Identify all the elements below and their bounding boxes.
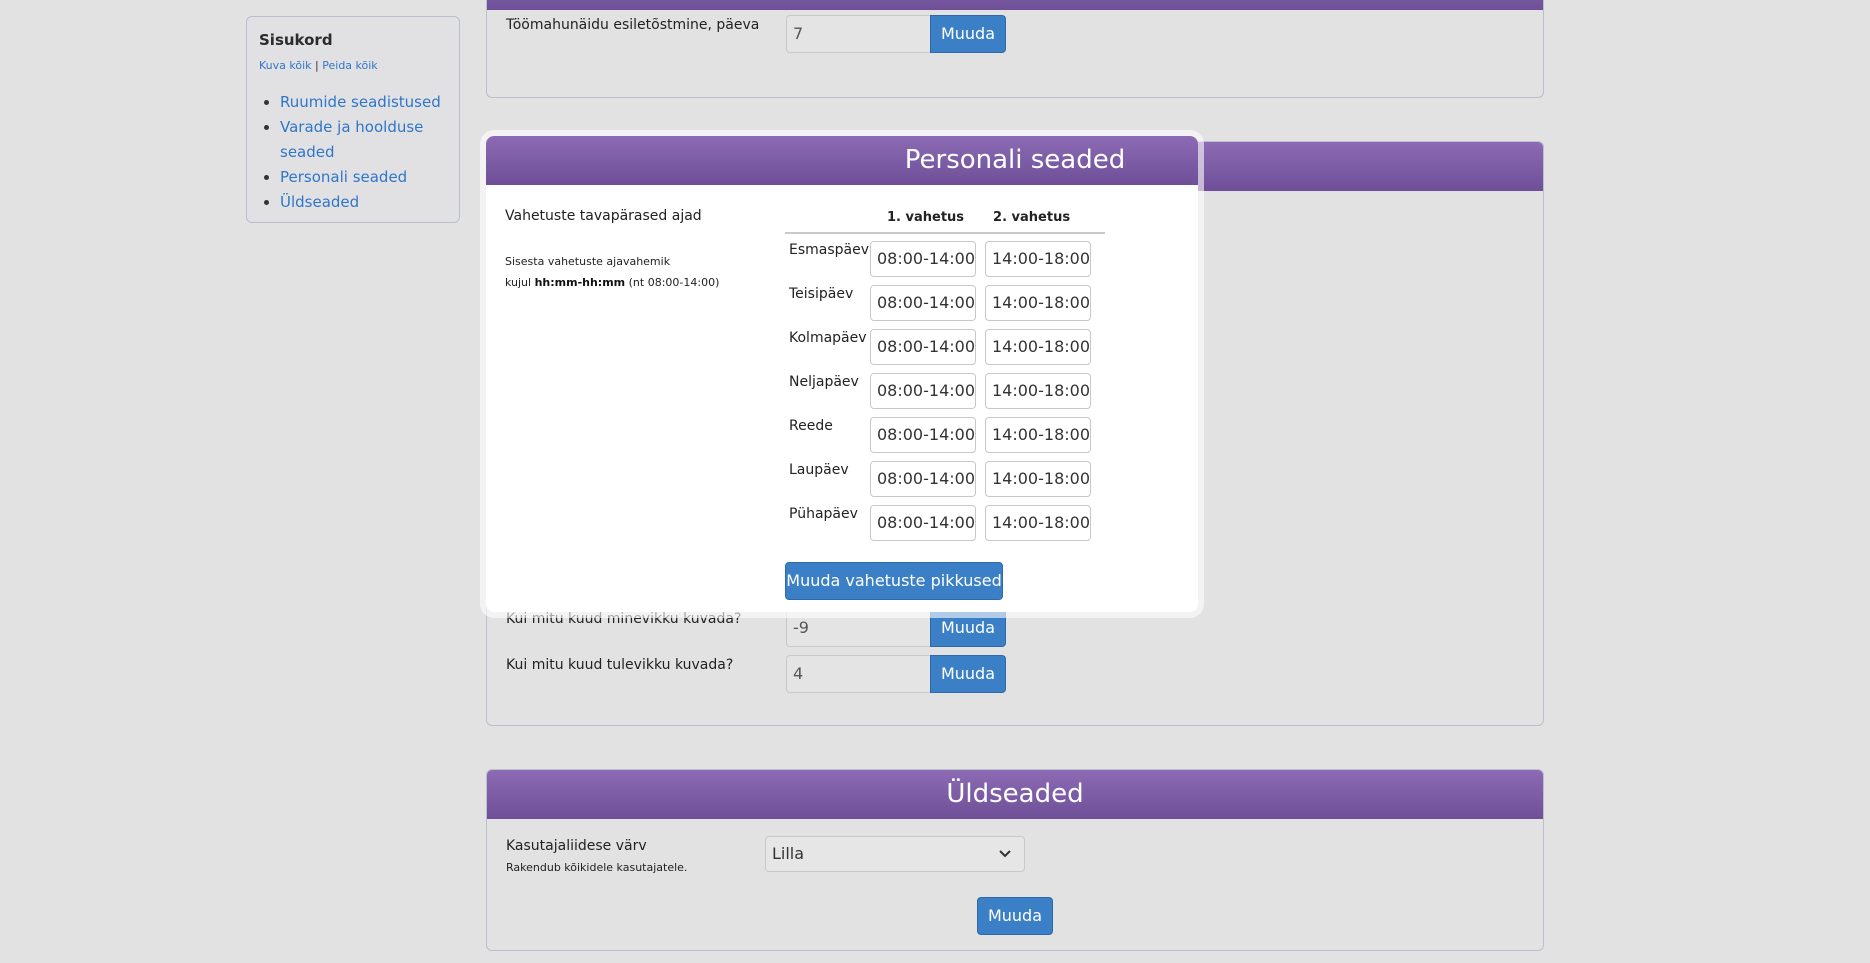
ui-color-value: Lilla xyxy=(772,844,805,863)
table-row: Reede 08:00-14:00 14:00-18:00 xyxy=(785,410,1105,454)
future-months-label: Kui mitu kuud tulevikku kuvada? xyxy=(506,657,734,673)
panel-header-strip xyxy=(487,0,1543,10)
table-of-contents: Sisukord Kuva kõik | Peida kõik Ruumide … xyxy=(246,16,460,223)
toc-link-rooms[interactable]: Ruumide seadistused xyxy=(280,93,441,111)
shift-1-input[interactable]: 08:00-14:00 xyxy=(870,285,976,321)
table-row: Pühapäev 08:00-14:00 14:00-18:00 xyxy=(785,498,1105,542)
hint-example: (nt 08:00-14:00) xyxy=(628,276,720,289)
day-name: Laupäev xyxy=(789,462,849,478)
general-panel-title: Üldseaded xyxy=(946,779,1084,809)
table-row: Neljapäev 08:00-14:00 14:00-18:00 xyxy=(785,366,1105,410)
ui-color-label: Kasutajaliidese värv xyxy=(506,838,647,854)
shift-table-header: 1. vahetus 2. vahetus xyxy=(785,210,1105,234)
future-months-group: 4 Muuda xyxy=(786,655,1006,693)
past-months-input[interactable]: -9 xyxy=(786,609,930,647)
table-row: Kolmapäev 08:00-14:00 14:00-18:00 xyxy=(785,322,1105,366)
day-name: Neljapäev xyxy=(789,374,859,390)
table-row: Laupäev 08:00-14:00 14:00-18:00 xyxy=(785,454,1105,498)
shift-2-input[interactable]: 14:00-18:00 xyxy=(985,241,1091,277)
shift-times-table: 1. vahetus 2. vahetus Esmaspäev 08:00-14… xyxy=(785,210,1105,542)
day-name: Esmaspäev xyxy=(789,242,870,258)
toc-separator: | xyxy=(315,59,319,72)
ui-color-select[interactable]: Lilla xyxy=(765,836,1025,872)
shift-2-input[interactable]: 14:00-18:00 xyxy=(985,373,1091,409)
toc-title: Sisukord xyxy=(259,31,333,49)
toc-link-personnel[interactable]: Personali seaded xyxy=(280,168,407,186)
assets-settings-panel: Töömahunäidu esiletõstmine, päeva 7 Muud… xyxy=(486,0,1544,98)
shift-1-input[interactable]: 08:00-14:00 xyxy=(870,505,976,541)
workload-highlight-label: Töömahunäidu esiletõstmine, päeva xyxy=(506,17,760,33)
toc-toggle-links: Kuva kõik | Peida kõik xyxy=(259,59,447,72)
toc-item-general: Üldseaded xyxy=(280,190,447,215)
personnel-panel-title: Personali seaded xyxy=(904,145,1126,175)
shift-2-input[interactable]: 14:00-18:00 xyxy=(985,505,1091,541)
future-months-save-button[interactable]: Muuda xyxy=(930,655,1006,693)
change-shift-lengths-button[interactable]: Muuda vahetuste pikkused xyxy=(785,562,1003,600)
toc-item-assets: Varade ja hoolduse seaded xyxy=(280,115,447,165)
past-months-group: -9 Muuda xyxy=(786,609,1006,647)
hide-all-link[interactable]: Peida kõik xyxy=(322,59,377,72)
shift-1-input[interactable]: 08:00-14:00 xyxy=(870,417,976,453)
toc-link-assets[interactable]: Varade ja hoolduse seaded xyxy=(280,118,423,161)
column-header-shift-1: 1. vahetus xyxy=(887,210,965,225)
shift-1-input[interactable]: 08:00-14:00 xyxy=(870,329,976,365)
future-months-input[interactable]: 4 xyxy=(786,655,930,693)
general-panel-header: Üldseaded xyxy=(487,770,1543,819)
workload-highlight-input[interactable]: 7 xyxy=(786,15,930,53)
shift-1-input[interactable]: 08:00-14:00 xyxy=(870,373,976,409)
day-name: Pühapäev xyxy=(789,506,858,522)
day-name: Kolmapäev xyxy=(789,330,867,346)
day-name: Reede xyxy=(789,418,833,434)
shift-2-input[interactable]: 14:00-18:00 xyxy=(985,329,1091,365)
hint-prefix: kujul xyxy=(505,276,532,289)
ui-color-save-button[interactable]: Muuda xyxy=(977,897,1053,935)
hint-line-2: kujul hh:mm-hh:mm (nt 08:00-14:00) xyxy=(505,272,719,293)
toc-item-personnel: Personali seaded xyxy=(280,165,447,190)
shift-1-input[interactable]: 08:00-14:00 xyxy=(870,461,976,497)
table-row: Teisipäev 08:00-14:00 14:00-18:00 xyxy=(785,278,1105,322)
personnel-panel-header-highlighted: Personali seaded xyxy=(486,136,1198,185)
toc-list: Ruumide seadistused Varade ja hoolduse s… xyxy=(259,90,447,215)
ui-color-note: Rakendub kõikidele kasutajatele. xyxy=(506,861,688,874)
workload-highlight-save-button[interactable]: Muuda xyxy=(930,15,1006,53)
table-row: Esmaspäev 08:00-14:00 14:00-18:00 xyxy=(785,234,1105,278)
chevron-down-icon xyxy=(998,837,1012,884)
toc-item-rooms: Ruumide seadistused xyxy=(280,90,447,115)
shift-2-input[interactable]: 14:00-18:00 xyxy=(985,461,1091,497)
column-header-shift-2: 2. vahetus xyxy=(993,210,1071,225)
show-all-link[interactable]: Kuva kõik xyxy=(259,59,312,72)
past-months-label: Kui mitu kuud minevikku kuvada? xyxy=(506,611,742,627)
shift-times-title: Vahetuste tavapärased ajad xyxy=(505,208,702,224)
past-months-save-button[interactable]: Muuda xyxy=(930,609,1006,647)
hint-line-1: Sisesta vahetuste ajavahemik xyxy=(505,255,671,268)
shift-1-input[interactable]: 08:00-14:00 xyxy=(870,241,976,277)
workload-highlight-group: 7 Muuda xyxy=(786,15,1006,53)
shift-times-spotlight: Personali seaded Vahetuste tavapärased a… xyxy=(486,136,1198,612)
shift-2-input[interactable]: 14:00-18:00 xyxy=(985,417,1091,453)
toc-link-general[interactable]: Üldseaded xyxy=(280,193,359,211)
shift-2-input[interactable]: 14:00-18:00 xyxy=(985,285,1091,321)
general-settings-panel: Üldseaded Kasutajaliidese värv Rakendub … xyxy=(486,769,1544,951)
day-name: Teisipäev xyxy=(789,286,854,302)
shift-times-hint: Sisesta vahetuste ajavahemik kujul hh:mm… xyxy=(505,251,719,293)
hint-format: hh:mm-hh:mm xyxy=(534,276,626,289)
